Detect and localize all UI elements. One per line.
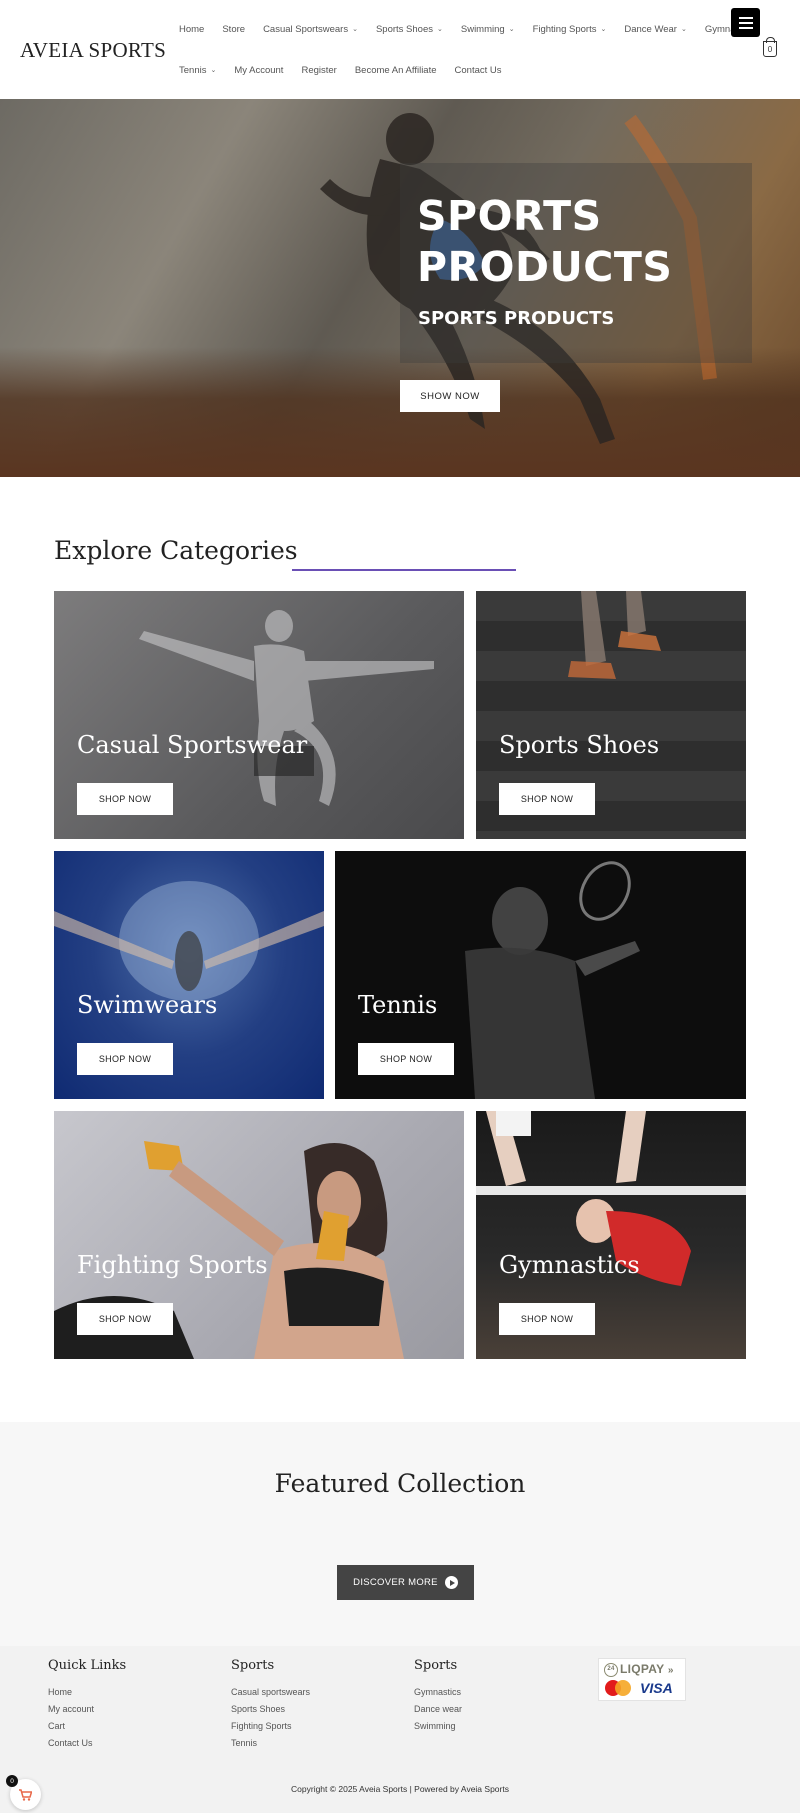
liqpay-label: LIQPAY	[620, 1662, 665, 1676]
menu-icon-bar	[738, 26, 753, 29]
nav-item-my-account[interactable]: My Account	[234, 65, 283, 76]
cart-count: 0	[767, 44, 773, 54]
categories-title-underline	[292, 569, 516, 571]
menu-icon-bar	[738, 16, 753, 19]
featured-title: Featured Collection	[274, 1469, 526, 1498]
category-label: Fighting Sports	[77, 1251, 268, 1279]
category-label: Tennis	[358, 991, 438, 1019]
shop-now-button[interactable]: SHOP NOW	[499, 1303, 595, 1335]
shop-now-button[interactable]: SHOP NOW	[77, 1043, 173, 1075]
payment-methods-badge: 24 LIQPAY » VISA	[598, 1658, 686, 1701]
copyright-text: Copyright © 2025 Aveia Sports | Powered …	[291, 1784, 509, 1794]
footer-column-sports-2: Sports Gymnastics Dance wear Swimming	[414, 1658, 462, 1738]
footer-link-swimming[interactable]: Swimming	[414, 1721, 462, 1731]
mastercard-icon	[605, 1680, 631, 1696]
footer-link-casual-sportswears[interactable]: Casual sportswears	[231, 1687, 310, 1697]
footer-heading: Sports	[414, 1658, 458, 1673]
featured-section	[0, 1422, 800, 1646]
footer-column-sports-1: Sports Casual sportswears Sports Shoes F…	[231, 1658, 310, 1755]
nav-item-label: My Account	[234, 64, 284, 76]
footer-heading: Sports	[231, 1658, 275, 1673]
category-label: Gymnastics	[499, 1251, 640, 1279]
site-logo[interactable]: AVEIA SPORTS	[20, 38, 166, 63]
menu-icon-bar	[738, 21, 753, 24]
category-card-sports-shoes[interactable]: Sports Shoes SHOP NOW	[476, 591, 746, 839]
nav-item-label: Contact Us	[454, 64, 502, 76]
floating-cart-count: 0	[6, 1775, 18, 1787]
footer-heading: Quick Links	[48, 1658, 127, 1673]
main-nav: Home Store Casual Sportswears ⌄ Sports Shoes…	[170, 18, 754, 81]
cart-icon[interactable]: 0	[763, 37, 777, 57]
shop-now-button[interactable]: SHOP NOW	[499, 783, 595, 815]
nav-item-label: Become An Affiliate	[354, 64, 437, 76]
nav-item-label: Sports Shoes	[375, 23, 433, 35]
liqpay-24-badge: 24	[604, 1662, 618, 1677]
nav-item-label: Store	[222, 23, 246, 35]
category-label: Swimwears	[77, 991, 218, 1019]
nav-item-dance-wear[interactable]: Dance Wear ⌄	[624, 24, 687, 35]
footer-link-home[interactable]: Home	[48, 1687, 126, 1697]
category-card-casual-sportswear[interactable]: Casual Sportswear SHOP NOW	[54, 591, 464, 839]
nav-item-fighting-sports[interactable]: Fighting Sports ⌄	[533, 24, 607, 35]
category-card-tennis[interactable]: Tennis SHOP NOW	[335, 851, 746, 1099]
footer-column-quick-links: Quick Links Home My account Cart Contact…	[48, 1658, 126, 1755]
play-circle-icon	[444, 1576, 458, 1589]
footer-link-my-account[interactable]: My account	[48, 1704, 126, 1714]
show-now-button[interactable]: SHOW NOW	[400, 380, 500, 412]
chevron-down-icon: ⌄	[600, 26, 607, 33]
hamburger-menu-button[interactable]	[731, 8, 760, 37]
site-header: AVEIA SPORTS Home Store Casual Sportswears…	[0, 0, 800, 99]
category-label: Sports Shoes	[499, 731, 660, 759]
footer-link-tennis[interactable]: Tennis	[231, 1738, 310, 1748]
discover-more-label: DISCOVER MORE	[353, 1577, 438, 1588]
chevron-down-icon: ⌄	[352, 26, 358, 33]
nav-item-sports-shoes[interactable]: Sports Shoes ⌄	[376, 24, 443, 35]
nav-item-become-an-affiliate[interactable]: Become An Affiliate	[355, 65, 437, 76]
nav-item-label: Tennis	[179, 64, 207, 76]
nav-item-label: Dance Wear	[624, 23, 677, 35]
chevron-down-icon: ⌄	[437, 26, 443, 33]
nav-item-label: Register	[301, 64, 337, 76]
categories-title: Explore Categories	[54, 536, 298, 565]
chevron-down-icon: ⌄	[680, 26, 687, 33]
footer-link-dance-wear[interactable]: Dance wear	[414, 1704, 462, 1714]
footer-link-contact-us[interactable]: Contact Us	[48, 1738, 126, 1748]
nav-item-register[interactable]: Register	[301, 65, 336, 76]
visa-logo: VISA	[640, 1680, 673, 1696]
chevron-down-icon: ⌄	[210, 67, 217, 74]
liqpay-logo: 24 LIQPAY »	[604, 1662, 674, 1677]
shopping-cart-icon	[19, 1788, 32, 1801]
nav-item-store[interactable]: Store	[222, 24, 245, 35]
hero-banner: SPORTS PRODUCTS SPORTS PRODUCTS SHOW NOW	[0, 99, 800, 477]
hero-title-line-1: SPORTS	[417, 192, 602, 240]
nav-item-label: Fighting Sports	[532, 23, 597, 35]
footer-link-cart[interactable]: Cart	[48, 1721, 126, 1731]
hero-title-line-2: PRODUCTS	[417, 243, 673, 291]
discover-more-button[interactable]: DISCOVER MORE	[337, 1565, 474, 1600]
category-card-fighting-sports[interactable]: Fighting Sports SHOP NOW	[54, 1111, 464, 1359]
nav-row-1: Home Store Casual Sportswears ⌄ Sports Shoes…	[170, 18, 754, 40]
category-label: Casual Sportswear	[77, 731, 308, 759]
category-card-swimwears[interactable]: Swimwears SHOP NOW	[54, 851, 324, 1099]
nav-item-swimming[interactable]: Swimming ⌄	[461, 24, 515, 35]
shop-now-button[interactable]: SHOP NOW	[77, 783, 173, 815]
footer-link-fighting-sports[interactable]: Fighting Sports	[231, 1721, 310, 1731]
nav-item-label: Home	[179, 23, 205, 35]
shop-now-button[interactable]: SHOP NOW	[358, 1043, 454, 1075]
nav-item-label: Casual Sportswears	[263, 23, 349, 35]
hero-subtitle: SPORTS PRODUCTS	[418, 308, 615, 329]
shop-now-button[interactable]: SHOP NOW	[77, 1303, 173, 1335]
hero-title: SPORTS PRODUCTS	[417, 191, 672, 293]
nav-row-2: Tennis ⌄ My Account Register Become An Affil…	[170, 59, 738, 81]
nav-item-label: Swimming	[460, 23, 505, 35]
footer-link-sports-shoes[interactable]: Sports Shoes	[231, 1704, 310, 1714]
chevron-down-icon: ⌄	[508, 26, 515, 33]
nav-item-contact-us[interactable]: Contact Us	[455, 65, 502, 76]
nav-item-tennis[interactable]: Tennis ⌄	[179, 65, 216, 76]
nav-item-home[interactable]: Home	[179, 24, 204, 35]
footer-link-gymnastics[interactable]: Gymnastics	[414, 1687, 462, 1697]
category-card-gymnastics[interactable]: Gymnastics SHOP NOW	[476, 1111, 746, 1359]
nav-item-casual-sportswears[interactable]: Casual Sportswears ⌄	[263, 24, 358, 35]
